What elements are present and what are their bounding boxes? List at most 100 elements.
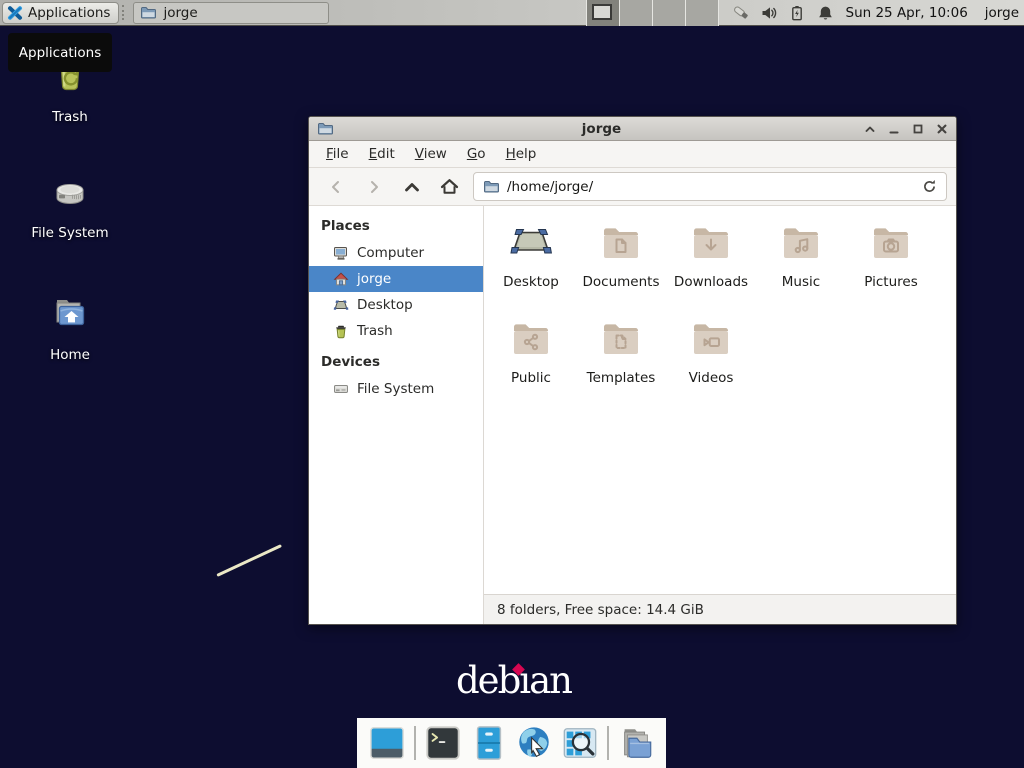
home-button[interactable] bbox=[432, 173, 467, 201]
devices-header: Devices bbox=[309, 349, 483, 376]
dock-web-browser-button[interactable] bbox=[515, 724, 553, 762]
bell-tray-icon[interactable] bbox=[817, 5, 834, 21]
debian-logo: debıan bbox=[456, 661, 571, 702]
taskbar-window-button[interactable]: jorge bbox=[133, 2, 329, 24]
places-list: Computer jorge Desktop Trash bbox=[309, 240, 483, 344]
menu-go[interactable]: Go bbox=[457, 143, 496, 165]
path-input[interactable]: /home/jorge/ bbox=[507, 179, 915, 195]
close-button[interactable] bbox=[935, 122, 948, 135]
workspace-2[interactable] bbox=[620, 0, 653, 26]
workspace-4[interactable] bbox=[686, 0, 719, 26]
folder-templates[interactable]: Templates bbox=[576, 314, 666, 386]
menu-help[interactable]: Help bbox=[496, 143, 547, 165]
workspace-1[interactable] bbox=[587, 0, 620, 26]
xfce-logo-icon bbox=[7, 5, 23, 21]
statusbar: 8 folders, Free space: 14.4 GiB bbox=[484, 594, 956, 624]
template-folder-icon bbox=[597, 314, 645, 362]
devices-list: File System bbox=[309, 376, 483, 402]
minimize-button[interactable] bbox=[887, 122, 900, 135]
dock-terminal-button[interactable] bbox=[424, 724, 462, 762]
dock-folder-open-button[interactable] bbox=[617, 724, 655, 762]
sidebar-item-file-system[interactable]: File System bbox=[309, 376, 483, 402]
main-pane: Desktop Documents Downloads Music Pictur… bbox=[484, 206, 956, 624]
dock-separator bbox=[414, 726, 416, 760]
file-grid: Desktop Documents Downloads Music Pictur… bbox=[484, 206, 956, 594]
dock-separator bbox=[607, 726, 609, 760]
web-browser-icon bbox=[515, 724, 553, 762]
homefolder-big-icon bbox=[46, 290, 94, 338]
reload-button[interactable] bbox=[922, 179, 937, 194]
desktop-place-icon bbox=[333, 297, 349, 313]
forward-button[interactable] bbox=[356, 173, 391, 201]
folder-public[interactable]: Public bbox=[486, 314, 576, 386]
back-button[interactable] bbox=[318, 173, 353, 201]
window-titlebar[interactable]: jorge bbox=[309, 117, 956, 141]
path-folder-icon bbox=[483, 179, 500, 194]
drive-place-icon bbox=[333, 381, 349, 397]
panel-username: jorge bbox=[985, 5, 1019, 21]
menu-view[interactable]: View bbox=[405, 143, 457, 165]
sidebar-item-desktop[interactable]: Desktop bbox=[309, 292, 483, 318]
camera-folder-icon bbox=[867, 218, 915, 266]
pager-window-thumb bbox=[592, 4, 612, 20]
panel-handle bbox=[122, 5, 130, 20]
sidebar-item-computer[interactable]: Computer bbox=[309, 240, 483, 266]
home-place-icon bbox=[333, 271, 349, 287]
folder-desktop[interactable]: Desktop bbox=[486, 218, 576, 290]
menu-edit[interactable]: Edit bbox=[359, 143, 405, 165]
desktop-icon-home[interactable]: Home bbox=[16, 290, 124, 363]
file-cabinet-icon bbox=[470, 724, 508, 762]
statusbar-text: 8 folders, Free space: 14.4 GiB bbox=[497, 602, 704, 618]
download-folder-icon bbox=[687, 218, 735, 266]
show-desktop-icon bbox=[368, 724, 406, 762]
folder-videos[interactable]: Videos bbox=[666, 314, 756, 386]
workspace-3[interactable] bbox=[653, 0, 686, 26]
dock-show-desktop-button[interactable] bbox=[368, 724, 406, 762]
menubar: FileEditViewGoHelp bbox=[309, 141, 956, 168]
pen-tray-icon[interactable] bbox=[733, 5, 750, 21]
folder-pictures[interactable]: Pictures bbox=[846, 218, 936, 290]
applications-tooltip: Applications bbox=[8, 33, 112, 72]
drawn-line bbox=[216, 544, 282, 577]
top-panel: Applications jorge Sun 25 Apr, 10:06 jor… bbox=[0, 0, 1024, 26]
desktop-background[interactable]: { "panel": { "applications_label": "Appl… bbox=[0, 0, 1024, 768]
path-bar[interactable]: /home/jorge/ bbox=[473, 172, 947, 201]
folder-downloads[interactable]: Downloads bbox=[666, 218, 756, 290]
debian-logo-text: debıan bbox=[456, 659, 571, 702]
folder-documents[interactable]: Documents bbox=[576, 218, 666, 290]
music-folder-icon bbox=[777, 218, 825, 266]
desktop-special-folder-icon bbox=[507, 218, 555, 266]
menu-file[interactable]: File bbox=[316, 143, 359, 165]
sidebar: Places Computer jorge Desktop Trash Devi… bbox=[309, 206, 484, 624]
desktop-icon-file-system[interactable]: File System bbox=[16, 168, 124, 241]
system-tray bbox=[733, 5, 834, 21]
battery-tray-icon[interactable] bbox=[789, 5, 806, 21]
trash-place-icon bbox=[333, 323, 349, 339]
window-body: Places Computer jorge Desktop Trash Devi… bbox=[309, 206, 956, 624]
video-folder-icon bbox=[687, 314, 735, 362]
document-folder-icon bbox=[597, 218, 645, 266]
applications-menu-button[interactable]: Applications bbox=[2, 2, 119, 24]
shade-button[interactable] bbox=[863, 122, 876, 135]
sidebar-item-jorge[interactable]: jorge bbox=[309, 266, 483, 292]
sidebar-item-trash[interactable]: Trash bbox=[309, 318, 483, 344]
file-manager-window: jorge FileEditViewGoHelp /home/jorge/ Pl… bbox=[308, 116, 957, 625]
window-title: jorge bbox=[340, 121, 863, 137]
up-button[interactable] bbox=[394, 173, 429, 201]
window-controls bbox=[863, 122, 948, 135]
toolbar: /home/jorge/ bbox=[309, 168, 956, 206]
folder-window-icon bbox=[140, 5, 157, 20]
folder-music[interactable]: Music bbox=[756, 218, 846, 290]
maximize-button[interactable] bbox=[911, 122, 924, 135]
dock-app-finder-button[interactable] bbox=[561, 724, 599, 762]
places-header: Places bbox=[309, 213, 483, 240]
panel-clock[interactable]: Sun 25 Apr, 10:06 bbox=[846, 5, 968, 21]
share-folder-icon bbox=[507, 314, 555, 362]
folder-open-icon bbox=[617, 724, 655, 762]
volume-tray-icon[interactable] bbox=[761, 5, 778, 21]
computer-icon bbox=[333, 245, 349, 261]
workspace-switcher bbox=[586, 0, 719, 26]
dock-file-cabinet-button[interactable] bbox=[470, 724, 508, 762]
drive-big-icon bbox=[46, 168, 94, 216]
applications-menu-label: Applications bbox=[28, 5, 110, 21]
